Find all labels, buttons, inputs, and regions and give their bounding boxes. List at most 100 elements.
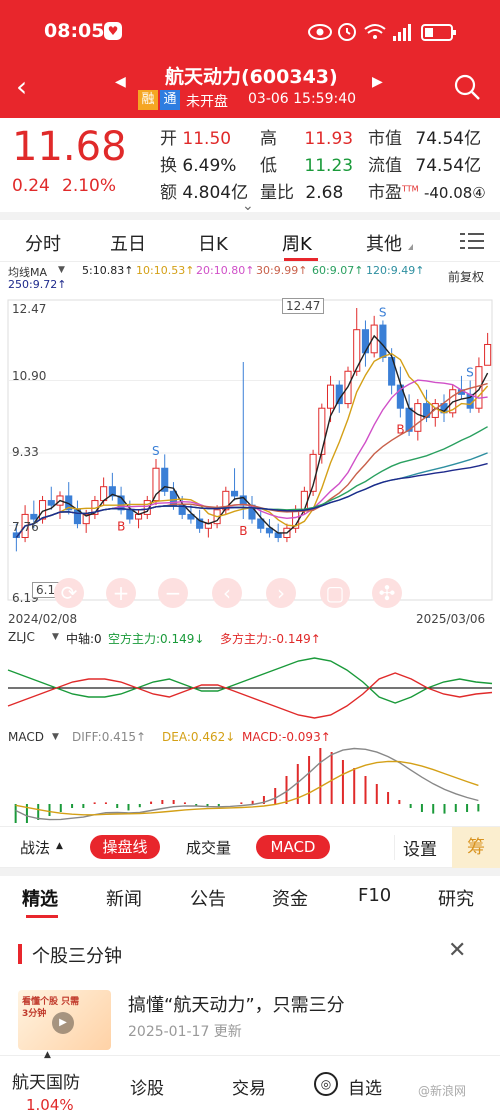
buy-marker: B bbox=[117, 519, 125, 533]
macd-button[interactable]: MACD bbox=[256, 835, 330, 859]
macd-diff-line bbox=[15, 747, 479, 821]
zljc-panel[interactable]: ZLJC ▼ 中轴:0 空方主力:0.149↓ 多方主力:-0.149↑ bbox=[0, 628, 500, 728]
candle-body bbox=[47, 500, 55, 506]
article-title[interactable]: 搞懂“航天动力”，只需三分 bbox=[128, 991, 345, 1017]
ma30-value: 30:9.99↑ bbox=[256, 264, 308, 277]
macd-caret-icon[interactable]: ▼ bbox=[52, 732, 59, 742]
candle-body bbox=[414, 403, 422, 432]
battery-icon bbox=[421, 24, 456, 41]
tab-announcements[interactable]: 公告 bbox=[190, 885, 226, 911]
sector-name[interactable]: 航天国防 bbox=[12, 1068, 80, 1093]
zljc-axis-legend: 中轴:0 bbox=[66, 632, 102, 646]
adjust-mode[interactable]: 前复权 bbox=[448, 268, 484, 285]
turnover-label: 换 bbox=[160, 156, 177, 176]
tab-featured[interactable]: 精选 bbox=[22, 885, 58, 911]
volume-button[interactable]: 成交量 bbox=[186, 837, 231, 858]
wifi-icon bbox=[364, 24, 386, 39]
macd-title[interactable]: MACD bbox=[8, 730, 44, 744]
zljc-caret-icon[interactable]: ▼ bbox=[52, 632, 59, 642]
tab-five-day[interactable]: 五日 bbox=[110, 230, 146, 256]
eye-icon bbox=[308, 24, 332, 40]
candle-body bbox=[335, 384, 343, 405]
nav-diagnose[interactable]: 诊股 bbox=[130, 1074, 164, 1099]
zoom-out-icon[interactable]: − bbox=[158, 578, 188, 608]
news-active-indicator bbox=[26, 915, 58, 918]
macd-svg bbox=[14, 747, 480, 823]
tab-weekly-k[interactable]: 周K bbox=[282, 230, 312, 256]
zhanfa-button[interactable]: 战法 bbox=[20, 837, 50, 858]
play-icon[interactable]: ▶ bbox=[52, 1012, 74, 1034]
tab-daily-k[interactable]: 日K bbox=[198, 230, 228, 256]
ma120-value: 120:9.49↑ bbox=[366, 264, 425, 277]
tab-funds[interactable]: 资金 bbox=[272, 885, 308, 911]
y-tick-4: 7.76 bbox=[12, 520, 39, 534]
ma250-value: 250:9.72↑ bbox=[8, 278, 67, 291]
thumbnail-text: 看懂个股 只需3分钟 bbox=[22, 997, 80, 1019]
chip-button[interactable]: 筹 bbox=[452, 827, 500, 869]
mktcap-value: 74.54亿 bbox=[415, 129, 482, 149]
tab-intraday[interactable]: 分时 bbox=[25, 230, 61, 256]
volratio-value: 2.68 bbox=[305, 183, 344, 203]
nav-watchlist[interactable]: 自选 bbox=[348, 1074, 382, 1099]
article-thumbnail[interactable]: 看懂个股 只需3分钟 ▶ bbox=[18, 990, 111, 1050]
scroll-right-icon[interactable]: › bbox=[266, 578, 296, 608]
crosshair-icon[interactable]: ▢ bbox=[320, 578, 350, 608]
news-tabs: 精选 新闻 公告 资金 F10 研究 bbox=[0, 875, 500, 923]
nav-trade[interactable]: 交易 bbox=[232, 1074, 266, 1099]
y-tick-1: 12.47 bbox=[12, 302, 47, 316]
tab-research[interactable]: 研究 bbox=[438, 885, 474, 911]
sell-marker: S bbox=[152, 444, 160, 458]
last-price: 11.68 bbox=[12, 124, 127, 170]
candle-body bbox=[126, 509, 134, 520]
pe-ttm-sup: TTM bbox=[402, 184, 419, 194]
macd-value-legend: MACD:-0.093↑ bbox=[242, 730, 331, 744]
next-stock-icon[interactable]: ▶ bbox=[372, 74, 383, 90]
tab-f10[interactable]: F10 bbox=[358, 885, 391, 906]
zljc-long-legend: 多方主力:-0.149↑ bbox=[220, 632, 321, 646]
candle-body bbox=[300, 490, 308, 511]
bottom-nav: ▲ 航天国防 1.04% 诊股 交易 ◎ 自选 @新浪网 bbox=[0, 1050, 500, 1117]
zljc-title[interactable]: ZLJC bbox=[8, 630, 35, 644]
close-icon[interactable]: ✕ bbox=[448, 938, 466, 963]
settings-button[interactable]: 设置 bbox=[394, 835, 437, 860]
scroll-left-icon[interactable]: ‹ bbox=[212, 578, 242, 608]
candle-body bbox=[230, 490, 239, 497]
low-value: 11.23 bbox=[304, 156, 354, 176]
refresh-icon[interactable]: ⟳ bbox=[54, 578, 84, 608]
status-time: 08:05 bbox=[44, 20, 105, 42]
caopanxian-button[interactable]: 操盘线 bbox=[90, 835, 160, 859]
x-start-date: 2024/02/08 bbox=[8, 612, 78, 626]
active-tab-indicator bbox=[284, 258, 318, 261]
article-card[interactable]: 看懂个股 只需3分钟 ▶ 搞懂“航天动力”，只需三分 2025-01-17 更新 bbox=[0, 985, 500, 1050]
quote-header: 11.68 0.24 2.10% 开 11.50 高 11.93 市值 74.5… bbox=[0, 118, 500, 218]
zljc-short-legend: 空方主力:0.149↓ bbox=[108, 632, 205, 646]
search-icon[interactable] bbox=[452, 72, 482, 102]
tab-other-caret-icon[interactable] bbox=[408, 244, 413, 250]
candle-body bbox=[475, 366, 483, 409]
sector-caret-icon[interactable]: ▲ bbox=[44, 1050, 51, 1060]
divider bbox=[0, 212, 500, 220]
macd-panel[interactable]: MACD ▼ DIFF:0.415↑ DEA:0.462↓ MACD:-0.09… bbox=[0, 728, 500, 823]
signal-icon bbox=[393, 24, 411, 41]
back-icon[interactable]: ‹ bbox=[16, 70, 27, 103]
indicator-settings-icon[interactable] bbox=[460, 230, 484, 252]
ma-legend-caret-icon[interactable]: ▼ bbox=[58, 265, 65, 275]
prev-stock-icon[interactable]: ◀ bbox=[115, 74, 126, 90]
zoom-in-icon[interactable]: + bbox=[106, 578, 136, 608]
tab-other[interactable]: 其他 bbox=[366, 230, 402, 256]
tab-news[interactable]: 新闻 bbox=[106, 885, 142, 911]
chart-frame bbox=[7, 299, 493, 601]
high-label: 高 bbox=[260, 129, 277, 149]
zljc-svg bbox=[7, 657, 493, 719]
watchlist-icon[interactable]: ◎ bbox=[314, 1072, 338, 1096]
zhanfa-caret-icon[interactable]: ▲ bbox=[56, 841, 63, 851]
mktcap-label: 市值 bbox=[368, 129, 402, 149]
fullscreen-icon[interactable]: ✣ bbox=[372, 578, 402, 608]
status-bar: 08:05 ♥ bbox=[0, 0, 500, 58]
status-icons bbox=[308, 23, 456, 41]
candle-body bbox=[38, 500, 47, 520]
stock-title: 航天动力(600343) bbox=[165, 66, 338, 88]
buy-marker: B bbox=[239, 524, 247, 538]
ma120-line bbox=[15, 452, 488, 538]
ma10-value: 10:10.53↑ bbox=[136, 264, 195, 277]
